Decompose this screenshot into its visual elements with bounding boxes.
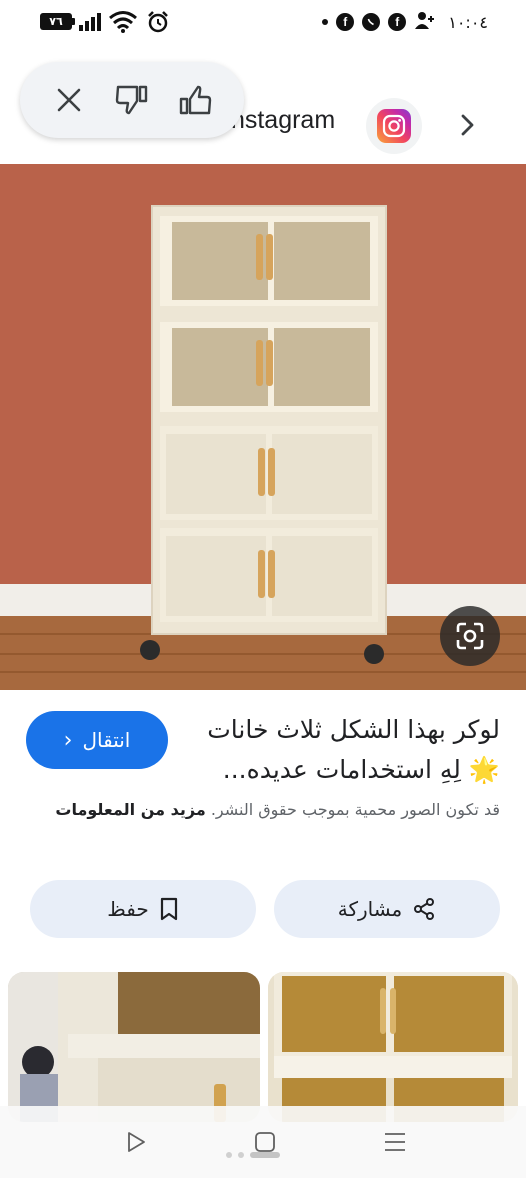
close-button[interactable] xyxy=(47,78,91,122)
related-image[interactable] xyxy=(8,972,260,1122)
visit-button[interactable]: انتقال ‹ xyxy=(26,711,168,769)
related-images xyxy=(0,972,526,1122)
facebook-icon: f xyxy=(336,13,355,31)
add-contact-icon xyxy=(414,10,436,34)
play-icon xyxy=(128,1132,145,1152)
facebook-icon: f xyxy=(388,13,407,31)
source-chevron-button[interactable] xyxy=(452,110,482,140)
lens-icon xyxy=(456,622,484,650)
copyright-text: قد تكون الصور محمية بموجب حقوق النشر. xyxy=(210,800,500,819)
share-label: مشاركة xyxy=(337,897,403,921)
chevron-right-icon xyxy=(461,114,474,136)
thumbs-down-button[interactable] xyxy=(110,78,154,122)
share-button[interactable]: مشاركة xyxy=(274,880,500,938)
instagram-icon xyxy=(377,109,411,143)
wifi-icon xyxy=(108,10,138,34)
nav-back-button[interactable] xyxy=(122,1128,150,1156)
visit-label: انتقال xyxy=(82,728,131,752)
page-indicator xyxy=(226,1152,280,1158)
clock: ١٠:٠٤ xyxy=(448,12,488,32)
home-square-icon xyxy=(255,1132,275,1152)
notification-dot-icon xyxy=(322,19,329,25)
more-info-link[interactable]: مزيد من المعلومات xyxy=(55,800,205,819)
bookmark-icon xyxy=(160,897,177,921)
battery-level: ٧٦ xyxy=(49,15,63,28)
close-icon xyxy=(58,88,81,112)
status-bar: ٧٦ f f ١٠:٠٤ xyxy=(0,0,526,46)
feedback-bar xyxy=(20,62,244,138)
share-icon xyxy=(414,898,435,920)
status-right-group: f f ١٠:٠٤ xyxy=(322,10,488,34)
whatsapp-icon xyxy=(362,13,381,31)
related-photo xyxy=(8,972,260,1122)
signal-icon xyxy=(78,12,102,32)
thumbs-down-icon xyxy=(115,85,148,115)
lens-search-button[interactable] xyxy=(440,606,500,666)
save-button[interactable]: حفظ xyxy=(30,880,256,938)
copyright-notice: قد تكون الصور محمية بموجب حقوق النشر. مز… xyxy=(20,796,500,823)
instagram-logo[interactable] xyxy=(366,98,422,154)
page-dot xyxy=(238,1152,244,1158)
related-photo xyxy=(268,972,518,1122)
thumbs-up-button[interactable] xyxy=(173,78,217,122)
page-dot xyxy=(226,1152,232,1158)
main-image[interactable] xyxy=(0,164,526,690)
result-title[interactable]: لوكر بهذا الشكل ثلاث خانات 🌟 لِهِ استخدا… xyxy=(182,710,500,790)
nav-recents-button[interactable] xyxy=(381,1128,409,1156)
menu-lines-icon xyxy=(385,1133,405,1151)
battery-icon: ٧٦ xyxy=(40,13,75,30)
thumbs-up-icon xyxy=(179,85,211,115)
cabinet-photo xyxy=(0,164,526,690)
page-dot-active xyxy=(250,1152,280,1158)
alarm-icon xyxy=(146,10,170,34)
related-image[interactable] xyxy=(268,972,518,1122)
save-label: حفظ xyxy=(107,897,149,921)
system-nav-bar xyxy=(0,1106,526,1178)
chevron-left-icon: ‹ xyxy=(63,727,73,753)
